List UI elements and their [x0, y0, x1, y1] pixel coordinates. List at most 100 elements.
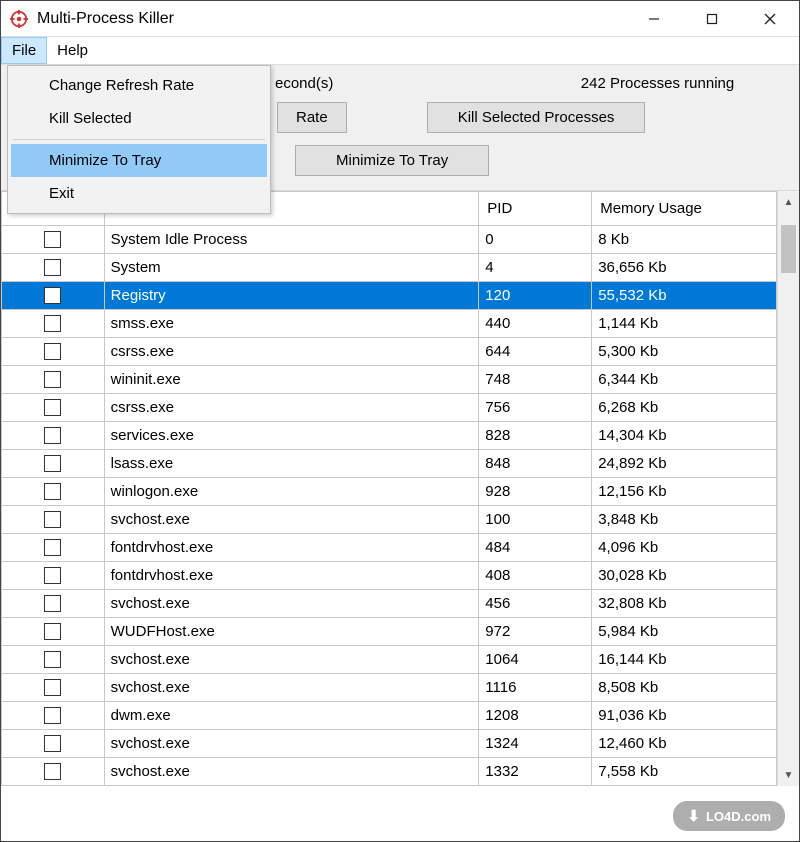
process-name-cell: fontdrvhost.exe [104, 562, 479, 590]
menu-change-refresh-rate[interactable]: Change Refresh Rate [11, 69, 267, 102]
table-row[interactable]: svchost.exe106416,144 Kb [2, 646, 777, 674]
kill-checkbox[interactable] [44, 455, 61, 472]
kill-checkbox[interactable] [44, 315, 61, 332]
memory-cell: 55,532 Kb [592, 282, 777, 310]
process-name-cell: smss.exe [104, 310, 479, 338]
table-row[interactable]: fontdrvhost.exe4844,096 Kb [2, 534, 777, 562]
process-name-cell: winlogon.exe [104, 478, 479, 506]
rate-button[interactable]: Rate [277, 102, 347, 133]
kill-checkbox[interactable] [44, 595, 61, 612]
minimize-button[interactable] [625, 1, 683, 36]
app-icon [9, 9, 29, 29]
scroll-down-icon[interactable]: ▼ [778, 764, 799, 786]
pid-cell: 440 [479, 310, 592, 338]
menu-exit[interactable]: Exit [11, 177, 267, 210]
process-name-cell: svchost.exe [104, 590, 479, 618]
kill-checkbox[interactable] [44, 427, 61, 444]
table-row[interactable]: Registry12055,532 Kb [2, 282, 777, 310]
kill-checkbox[interactable] [44, 763, 61, 780]
close-button[interactable] [741, 1, 799, 36]
table-row[interactable]: System Idle Process08 Kb [2, 226, 777, 254]
pid-cell: 644 [479, 338, 592, 366]
menu-minimize-to-tray[interactable]: Minimize To Tray [11, 144, 267, 177]
kill-checkbox[interactable] [44, 399, 61, 416]
pid-cell: 1332 [479, 758, 592, 786]
table-row[interactable]: fontdrvhost.exe40830,028 Kb [2, 562, 777, 590]
kill-checkbox[interactable] [44, 567, 61, 584]
process-table: Kill Process Name PID Memory Usage Syste… [1, 191, 777, 786]
titlebar: Multi-Process Killer [1, 1, 799, 37]
pid-cell: 748 [479, 366, 592, 394]
table-row[interactable]: smss.exe4401,144 Kb [2, 310, 777, 338]
memory-cell: 16,144 Kb [592, 646, 777, 674]
kill-checkbox[interactable] [44, 371, 61, 388]
pid-cell: 0 [479, 226, 592, 254]
table-row[interactable]: winlogon.exe92812,156 Kb [2, 478, 777, 506]
process-name-cell: dwm.exe [104, 702, 479, 730]
process-name-cell: svchost.exe [104, 758, 479, 786]
kill-checkbox[interactable] [44, 707, 61, 724]
memory-cell: 36,656 Kb [592, 254, 777, 282]
menu-kill-selected[interactable]: Kill Selected [11, 102, 267, 135]
scroll-up-icon[interactable]: ▲ [778, 191, 799, 213]
kill-checkbox[interactable] [44, 539, 61, 556]
table-row[interactable]: WUDFHost.exe9725,984 Kb [2, 618, 777, 646]
table-row[interactable]: dwm.exe120891,036 Kb [2, 702, 777, 730]
vertical-scrollbar[interactable]: ▲ ▼ [777, 191, 799, 786]
kill-selected-button[interactable]: Kill Selected Processes [427, 102, 646, 133]
table-row[interactable]: lsass.exe84824,892 Kb [2, 450, 777, 478]
minimize-to-tray-button[interactable]: Minimize To Tray [295, 145, 489, 176]
pid-cell: 1064 [479, 646, 592, 674]
kill-checkbox[interactable] [44, 343, 61, 360]
window-title: Multi-Process Killer [37, 10, 174, 28]
watermark: ⬇ LO4D.com [673, 801, 785, 831]
memory-cell: 8,508 Kb [592, 674, 777, 702]
kill-checkbox[interactable] [44, 651, 61, 668]
memory-cell: 8 Kb [592, 226, 777, 254]
kill-checkbox[interactable] [44, 259, 61, 276]
scroll-thumb[interactable] [781, 225, 796, 273]
kill-checkbox[interactable] [44, 231, 61, 248]
kill-checkbox[interactable] [44, 483, 61, 500]
column-memory[interactable]: Memory Usage [592, 192, 777, 226]
process-name-cell: fontdrvhost.exe [104, 534, 479, 562]
pid-cell: 848 [479, 450, 592, 478]
table-row[interactable]: svchost.exe13327,558 Kb [2, 758, 777, 786]
table-row[interactable]: svchost.exe1003,848 Kb [2, 506, 777, 534]
table-row[interactable]: wininit.exe7486,344 Kb [2, 366, 777, 394]
process-count-label: 242 Processes running [530, 75, 785, 92]
kill-checkbox[interactable] [44, 679, 61, 696]
process-name-cell: csrss.exe [104, 338, 479, 366]
maximize-button[interactable] [683, 1, 741, 36]
memory-cell: 6,344 Kb [592, 366, 777, 394]
pid-cell: 4 [479, 254, 592, 282]
table-row[interactable]: svchost.exe45632,808 Kb [2, 590, 777, 618]
table-row[interactable]: svchost.exe132412,460 Kb [2, 730, 777, 758]
table-row[interactable]: csrss.exe7566,268 Kb [2, 394, 777, 422]
pid-cell: 928 [479, 478, 592, 506]
system-buttons [625, 1, 799, 36]
process-name-cell: WUDFHost.exe [104, 618, 479, 646]
table-row[interactable]: services.exe82814,304 Kb [2, 422, 777, 450]
column-pid[interactable]: PID [479, 192, 592, 226]
kill-checkbox[interactable] [44, 511, 61, 528]
memory-cell: 1,144 Kb [592, 310, 777, 338]
menu-file[interactable]: File [1, 37, 47, 64]
table-row[interactable]: csrss.exe6445,300 Kb [2, 338, 777, 366]
memory-cell: 12,156 Kb [592, 478, 777, 506]
pid-cell: 456 [479, 590, 592, 618]
file-menu-dropdown: Change Refresh Rate Kill Selected Minimi… [7, 65, 271, 214]
process-name-cell: svchost.exe [104, 730, 479, 758]
process-name-cell: wininit.exe [104, 366, 479, 394]
table-row[interactable]: svchost.exe11168,508 Kb [2, 674, 777, 702]
menu-help[interactable]: Help [47, 37, 98, 64]
process-name-cell: svchost.exe [104, 506, 479, 534]
table-row[interactable]: System436,656 Kb [2, 254, 777, 282]
pid-cell: 1116 [479, 674, 592, 702]
kill-checkbox[interactable] [44, 623, 61, 640]
kill-checkbox[interactable] [44, 287, 61, 304]
memory-cell: 91,036 Kb [592, 702, 777, 730]
pid-cell: 972 [479, 618, 592, 646]
menubar: File Help [1, 37, 799, 65]
kill-checkbox[interactable] [44, 735, 61, 752]
